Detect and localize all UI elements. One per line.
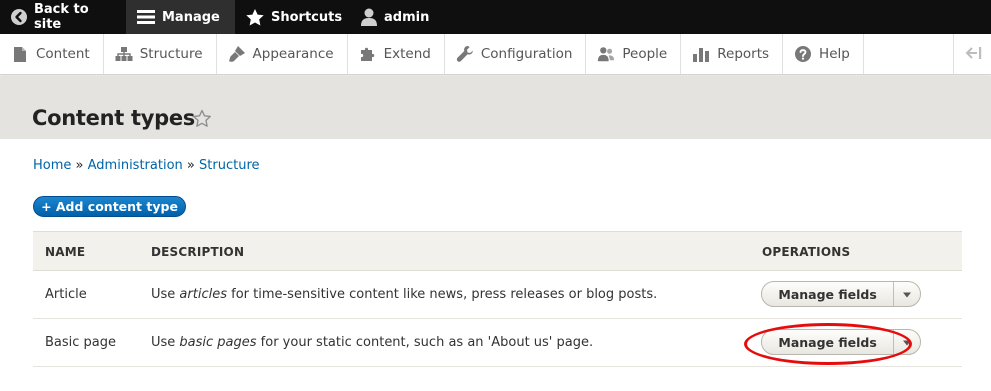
user-icon bbox=[360, 7, 378, 27]
tray-orientation-toggle[interactable] bbox=[953, 34, 991, 74]
sitemap-icon bbox=[115, 46, 133, 62]
breadcrumb: Home » Administration » Structure bbox=[33, 158, 260, 173]
breadcrumb-separator: » bbox=[186, 158, 195, 173]
admin-tray-menu: Content Structure Appearance Extend Conf… bbox=[0, 34, 991, 75]
tray-item-reports[interactable]: Reports bbox=[681, 34, 784, 74]
breadcrumb-separator: » bbox=[75, 158, 84, 173]
description-emphasis: articles bbox=[179, 287, 227, 302]
tray-item-label: Extend bbox=[383, 46, 431, 62]
tray-item-label: People bbox=[622, 46, 668, 62]
breadcrumb-structure-link[interactable]: Structure bbox=[199, 158, 259, 173]
dropbutton-toggle[interactable] bbox=[893, 282, 920, 306]
table-row-article: Article Use articles for time-sensitive … bbox=[33, 271, 962, 319]
add-content-type-button[interactable]: + Add content type bbox=[33, 196, 186, 217]
tray-item-help[interactable]: Help bbox=[783, 34, 864, 74]
tray-item-label: Content bbox=[36, 46, 90, 62]
dropbutton-toggle[interactable] bbox=[893, 330, 920, 354]
manage-tab[interactable]: Manage bbox=[126, 0, 235, 34]
caret-down-icon bbox=[902, 287, 912, 302]
tray-item-label: Structure bbox=[139, 46, 203, 62]
user-tab[interactable]: admin bbox=[350, 0, 440, 34]
tray-item-appearance[interactable]: Appearance bbox=[217, 34, 348, 74]
puzzle-icon bbox=[359, 45, 377, 63]
caret-down-icon bbox=[902, 335, 912, 350]
admin-toolbar: Back to site Manage Shortcuts admin bbox=[0, 0, 991, 34]
file-icon bbox=[11, 46, 29, 63]
shortcuts-tab[interactable]: Shortcuts bbox=[235, 0, 350, 34]
tray-item-label: Reports bbox=[717, 46, 770, 62]
user-name-label: admin bbox=[384, 9, 430, 25]
collapse-left-icon bbox=[963, 45, 983, 64]
content-type-description: Use articles for time-sensitive content … bbox=[151, 287, 657, 302]
bar-chart-icon bbox=[692, 46, 710, 63]
page-title: Content types bbox=[32, 106, 195, 130]
back-to-site-label: Back to site bbox=[34, 2, 89, 32]
tray-item-configuration[interactable]: Configuration bbox=[445, 34, 587, 74]
people-icon bbox=[597, 45, 615, 63]
manage-label: Manage bbox=[162, 9, 220, 25]
shortcuts-label: Shortcuts bbox=[271, 9, 343, 25]
column-header-description: DESCRIPTION bbox=[151, 245, 245, 259]
breadcrumb-administration-link[interactable]: Administration bbox=[88, 158, 183, 173]
wrench-icon bbox=[456, 45, 474, 63]
description-text: for time-sensitive content like news, pr… bbox=[226, 287, 658, 302]
column-header-operations: OPERATIONS bbox=[762, 245, 851, 259]
tray-item-structure[interactable]: Structure bbox=[104, 34, 217, 74]
column-header-name: NAME bbox=[45, 245, 86, 259]
back-to-site-link[interactable]: Back to site bbox=[0, 0, 126, 34]
table-header-row: NAME DESCRIPTION OPERATIONS bbox=[33, 231, 962, 271]
tray-item-extend[interactable]: Extend bbox=[348, 34, 445, 74]
content-type-name: Basic page bbox=[45, 335, 117, 350]
paintbrush-icon bbox=[228, 45, 246, 63]
star-icon bbox=[245, 8, 265, 27]
add-to-shortcuts-star-icon[interactable] bbox=[192, 109, 212, 132]
content-type-description: Use basic pages for your static content,… bbox=[151, 335, 593, 350]
content-type-name: Article bbox=[45, 287, 87, 302]
description-text: Use bbox=[151, 335, 180, 350]
breadcrumb-home-link[interactable]: Home bbox=[33, 158, 71, 173]
manage-fields-button[interactable]: Manage fields bbox=[762, 335, 893, 350]
tray-item-label: Help bbox=[819, 46, 850, 62]
question-icon bbox=[794, 45, 812, 63]
tray-item-label: Appearance bbox=[252, 46, 334, 62]
back-arrow-icon bbox=[10, 8, 28, 26]
description-emphasis: basic pages bbox=[179, 335, 257, 350]
operations-dropbutton: Manage fields bbox=[761, 329, 921, 355]
description-text: for your static content, such as an 'Abo… bbox=[256, 335, 594, 350]
content-types-table: NAME DESCRIPTION OPERATIONS Article Use … bbox=[33, 231, 962, 367]
operations-dropbutton: Manage fields bbox=[761, 281, 921, 307]
tray-item-content[interactable]: Content bbox=[0, 34, 104, 74]
hamburger-menu-icon bbox=[136, 8, 156, 26]
tray-item-people[interactable]: People bbox=[586, 34, 682, 74]
table-row-basic-page: Basic page Use basic pages for your stat… bbox=[33, 319, 962, 367]
tray-item-label: Configuration bbox=[480, 46, 573, 62]
description-text: Use bbox=[151, 287, 180, 302]
manage-fields-button[interactable]: Manage fields bbox=[762, 287, 893, 302]
